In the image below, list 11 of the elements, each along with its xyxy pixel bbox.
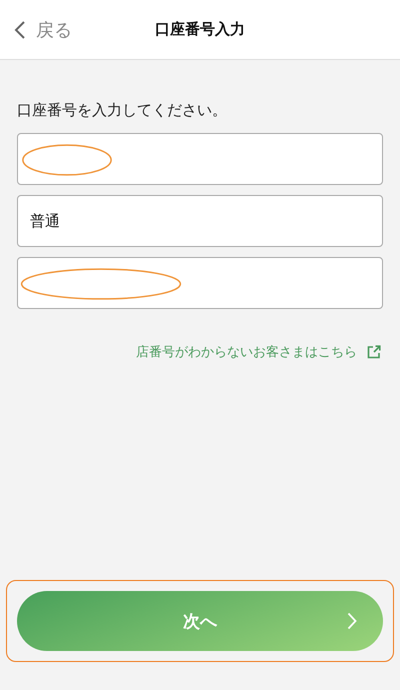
instruction-text: 口座番号を入力してください。 [17,101,228,120]
next-button[interactable]: 次へ [17,591,383,651]
external-link-icon [367,345,381,359]
screen-title: 口座番号入力 [155,20,245,39]
input-field[interactable]: 普通 [17,195,383,247]
store-number-help-link[interactable]: 店番号がわからないお客さまはこちら [136,343,357,361]
input-field[interactable] [17,133,383,185]
input-field[interactable] [17,257,383,309]
chevron-right-icon [347,612,357,630]
chevron-left-icon [14,20,26,40]
back-button[interactable]: 戻る [14,18,72,42]
